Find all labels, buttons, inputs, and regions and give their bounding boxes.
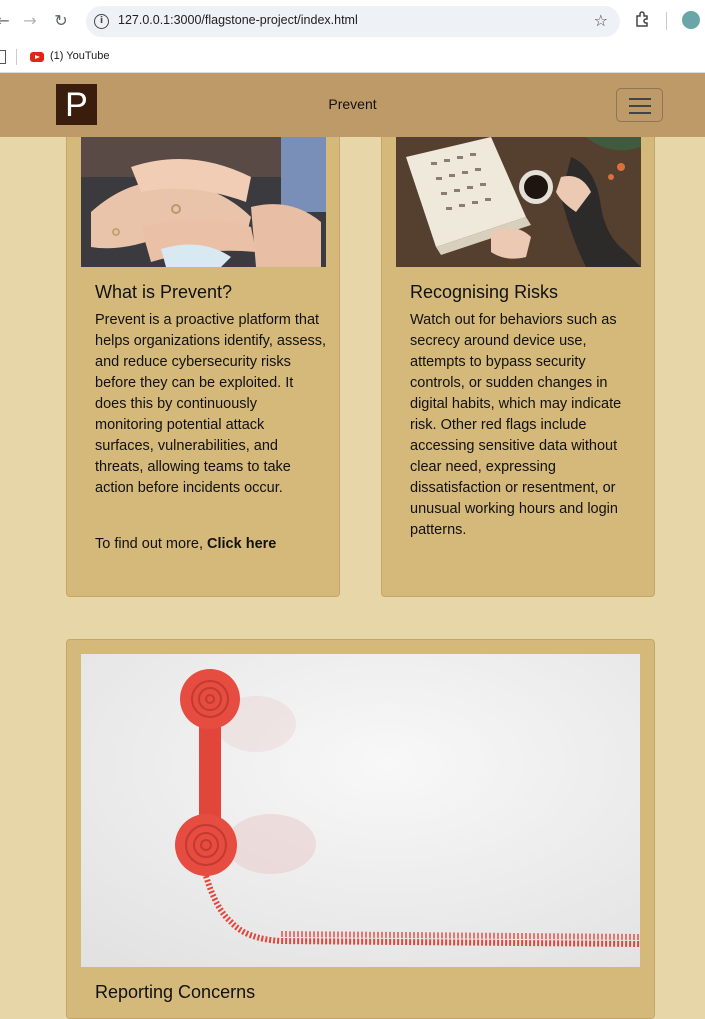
click-here-link[interactable]: Click here [207,536,276,552]
red-telephone-image [81,654,640,967]
card-what-is-prevent: What is Prevent? Prevent is a proactive … [66,110,340,597]
toolbar-divider [666,12,667,30]
hands-together-image [81,137,326,267]
back-icon[interactable]: ← [0,10,14,32]
hamburger-menu-button[interactable] [616,88,663,122]
bookmark-star-icon[interactable]: ☆ [594,11,608,30]
youtube-icon [30,52,44,62]
site-navbar: P Prevent [0,73,705,137]
navbar-title: Prevent [328,96,377,112]
card-body: Prevent is a proactive platform that hel… [95,312,327,496]
address-bar[interactable]: i 127.0.0.1:3000/flagstone-project/index… [86,6,620,37]
card-recognising-risks: Recognising Risks Watch out for behavior… [381,110,655,597]
card-body: Watch out for behaviors such as secrecy … [410,312,622,538]
url-text[interactable]: 127.0.0.1:3000/flagstone-project/index.h… [118,13,358,27]
site-info-icon[interactable]: i [94,14,109,29]
card-more-text: To find out more, Click here [95,534,327,555]
hamburger-line [629,105,651,107]
reload-icon[interactable]: ↻ [50,10,72,32]
bookmarks-divider [16,49,17,65]
bookmark-youtube[interactable]: (1) YouTube [50,50,110,62]
book-and-coffee-image [396,137,641,267]
card-title: What is Prevent? [95,282,233,302]
forward-icon[interactable]: → [19,10,41,32]
card-reporting-concerns: Reporting Concerns [66,639,655,1019]
hamburger-line [629,112,651,114]
hamburger-line [629,98,651,100]
apps-icon[interactable] [0,50,6,64]
more-prefix: To find out more, [95,536,208,552]
card-title: Recognising Risks [410,282,559,302]
browser-toolbar: ← → ↻ i 127.0.0.1:3000/flagstone-project… [0,0,705,42]
bookmarks-bar: (1) YouTube [0,42,705,73]
extensions-icon[interactable] [634,10,652,28]
profile-avatar-icon[interactable] [682,11,700,29]
